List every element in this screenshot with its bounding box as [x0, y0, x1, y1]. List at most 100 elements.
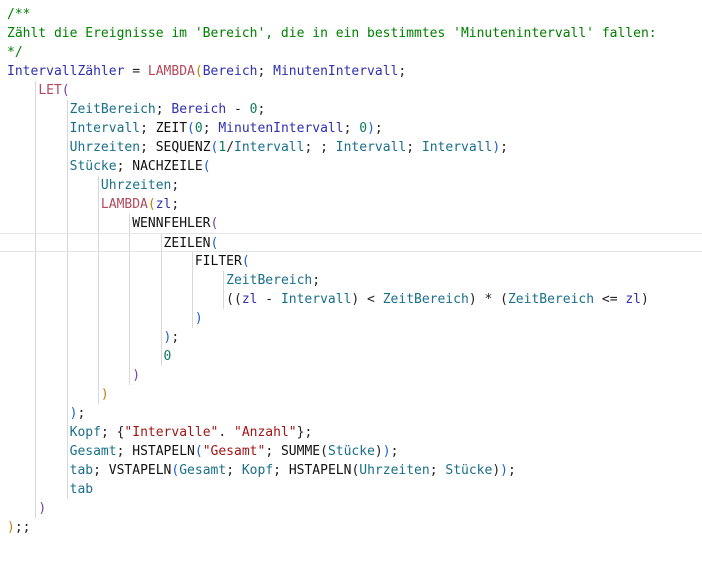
code-token: Intervall [421, 140, 493, 155]
code-token: Uhrzeiten [359, 463, 430, 478]
code-token: Intervall [69, 121, 141, 136]
code-line[interactable]: ZEILEN( [0, 233, 702, 252]
code-token: ( [187, 121, 195, 136]
code-line[interactable]: Uhrzeiten; [0, 176, 702, 195]
code-token: Gesamt [69, 444, 117, 459]
code-line[interactable]: ); [0, 404, 702, 423]
code-line[interactable]: Zählt die Ereignisse im 'Bereich', die i… [0, 24, 702, 43]
code-token: ; [312, 273, 321, 288]
code-token: ; [374, 121, 383, 136]
code-token: "Intervalle" [124, 425, 219, 440]
code-token: 1 [218, 140, 227, 155]
code-token: ; [116, 444, 133, 459]
code-token: Intervall [234, 140, 305, 155]
code-token: (( [226, 292, 242, 307]
code-token: ( [241, 254, 250, 269]
code-token: ; [202, 121, 219, 136]
code-line[interactable]: LET( [0, 81, 702, 100]
code-token: Kopf [69, 425, 101, 440]
code-token: /** [7, 7, 31, 22]
code-line[interactable]: Stücke; NACHZEILE( [0, 157, 702, 176]
code-token: Stücke [327, 444, 375, 459]
code-token: MinutenIntervall [273, 64, 399, 79]
code-token: MinutenIntervall [218, 121, 344, 136]
code-token: Zählt die Ereignisse im 'Bereich', die i… [7, 26, 657, 41]
code-token: ZeitBereich [507, 292, 595, 307]
code-line[interactable]: /** [0, 5, 702, 24]
code-line[interactable]: tab [0, 480, 702, 499]
code-line[interactable]: ) [0, 385, 702, 404]
code-token: ; [406, 140, 422, 155]
code-line[interactable]: Kopf; {"Intervalle". "Anzahl"}; [0, 423, 702, 442]
code-line[interactable]: ((zl - Intervall) < ZeitBereich) * (Zeit… [0, 290, 702, 309]
code-token: LAMBDA [100, 197, 148, 212]
code-line[interactable]: Intervall; ZEIT(0; MinutenIntervall; 0); [0, 119, 702, 138]
code-token: ; [265, 444, 281, 459]
code-token: SUMME [280, 444, 321, 459]
code-line[interactable]: ) [0, 499, 702, 518]
code-token: ) * ( [468, 292, 508, 307]
code-editor[interactable]: /** Zählt die Ereignisse im 'Bereich', di… [0, 0, 702, 571]
code-token: ( [194, 64, 203, 79]
code-line[interactable]: WENNFEHLER( [0, 214, 702, 233]
code-line[interactable]: 0 [0, 347, 702, 366]
code-line[interactable]: tab; VSTAPELN(Gesamt; Kopf; HSTAPELN(Uhr… [0, 461, 702, 480]
code-line[interactable]: LAMBDA(zl; [0, 195, 702, 214]
code-token: ) [7, 520, 15, 535]
code-line[interactable]: IntervallZähler = LAMBDA(Bereich; Minute… [0, 62, 702, 81]
code-token: ; [155, 102, 172, 117]
code-token: ; ; [304, 140, 336, 155]
code-token: ) [374, 444, 383, 459]
code-token: ; [273, 463, 289, 478]
code-token: Bereich [171, 102, 227, 117]
code-token: . [218, 425, 234, 440]
code-line[interactable]: ); [0, 328, 702, 347]
code-line[interactable]: );; [0, 518, 702, 537]
code-token: / [226, 140, 235, 155]
code-token: ) [382, 444, 391, 459]
code-line[interactable]: ) [0, 309, 702, 328]
code-line[interactable]: ZeitBereich; Bereich - 0; [0, 100, 702, 119]
code-token: ; [390, 444, 399, 459]
code-token: HSTAPELN [288, 463, 352, 478]
code-token: ; [171, 197, 180, 212]
code-line[interactable]: */ [0, 43, 702, 62]
code-token: ; [116, 159, 133, 174]
code-token: Uhrzeiten [100, 178, 172, 193]
code-token: */ [7, 45, 23, 60]
code-token: zl [625, 292, 642, 307]
code-token: ; [140, 140, 156, 155]
code-token: ZEILEN [163, 236, 211, 251]
code-token: ) [100, 387, 109, 402]
code-token: ( [210, 216, 219, 231]
code-token: ) [492, 140, 501, 155]
code-line[interactable]: ) [0, 366, 702, 385]
code-line[interactable]: FILTER( [0, 252, 702, 271]
code-token: ) [492, 463, 501, 478]
code-token: ; [171, 178, 180, 193]
code-token: ; [257, 102, 266, 117]
code-token: ) [194, 311, 203, 326]
code-token: ( [147, 197, 156, 212]
code-token: Gesamt [179, 463, 227, 478]
code-line[interactable]: Uhrzeiten; SEQUENZ(1/Intervall; ; Interv… [0, 138, 702, 157]
code-token: ; [508, 463, 516, 478]
code-token: ( [320, 444, 328, 459]
code-line[interactable]: ZeitBereich; [0, 271, 702, 290]
code-line[interactable]: Gesamt; HSTAPELN("Gesamt"; SUMME(Stücke)… [0, 442, 702, 461]
code-token: Uhrzeiten [69, 140, 141, 155]
code-token: LAMBDA [147, 64, 195, 79]
